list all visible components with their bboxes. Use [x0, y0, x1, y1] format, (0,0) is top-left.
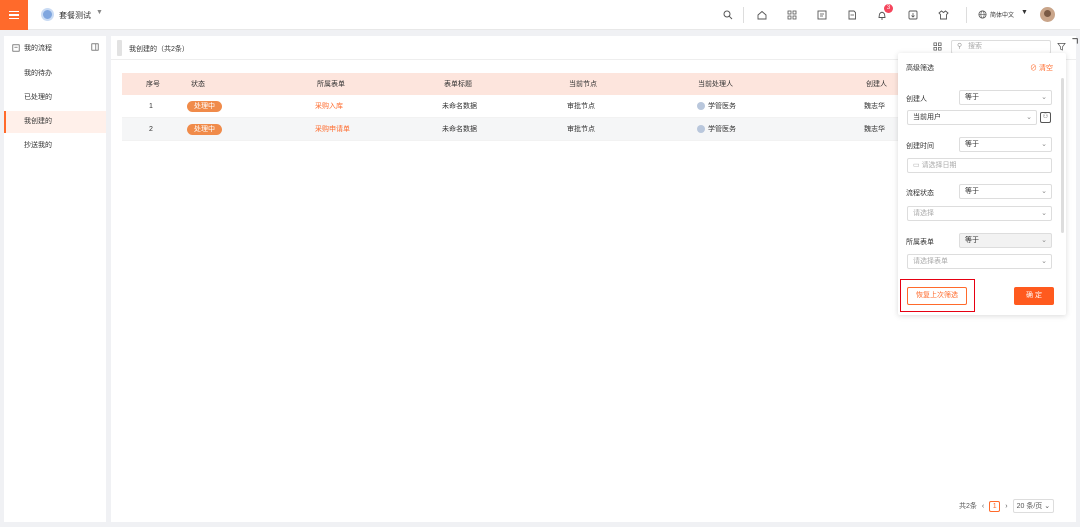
col-header-title: 表单标题 — [444, 81, 472, 88]
creator-operator-select[interactable]: 等于 ⌄ — [959, 90, 1052, 105]
sidebar-title: 我的流程 — [24, 45, 52, 52]
form-value-select[interactable]: 请选择表单 ⌄ — [907, 254, 1052, 269]
expand-icon[interactable] — [1071, 38, 1078, 47]
col-header-handler: 当前处理人 — [698, 81, 733, 88]
table-header: 序号 状态 所属表单 表单标题 当前节点 当前处理人 创建人 — [122, 73, 902, 95]
row-handler: 学管医务 — [708, 103, 736, 110]
filter-scrollbar[interactable] — [1061, 78, 1064, 233]
search-icon: ⚲ — [957, 43, 963, 50]
view-toggle-icon[interactable] — [933, 42, 943, 52]
search-input[interactable]: ⚲ 搜索 — [951, 40, 1051, 54]
filter-icon[interactable] — [1057, 42, 1066, 53]
form-link[interactable]: 采购入库 — [315, 95, 343, 117]
user-picker-icon[interactable]: ⚇ — [1040, 112, 1051, 123]
row-node: 审批节点 — [567, 103, 595, 110]
search-icon[interactable] — [721, 8, 735, 22]
status-badge: 处理中 — [187, 123, 222, 135]
confirm-button[interactable]: 确 定 — [1014, 287, 1054, 305]
skin-icon[interactable] — [936, 8, 950, 22]
status-value-select[interactable]: 请选择 ⌄ — [907, 206, 1052, 221]
form-link[interactable]: 采购申请单 — [315, 118, 350, 140]
filter-label-creator: 创建人 — [906, 96, 927, 103]
row-title: 未命名数据 — [442, 126, 477, 133]
flow-icon — [12, 44, 20, 52]
app-logo-icon — [41, 8, 54, 21]
form-icon[interactable] — [815, 8, 829, 22]
col-header-creator: 创建人 — [866, 81, 887, 88]
row-handler: 学管医务 — [708, 126, 736, 133]
col-header-index: 序号 — [146, 81, 160, 88]
page-size-select[interactable]: 20 条/页 ⌄ — [1012, 499, 1055, 513]
filter-label-status: 流程状态 — [906, 190, 934, 197]
restore-last-filter-button[interactable]: 恢复上次筛选 — [907, 287, 967, 305]
process-table: 序号 状态 所属表单 表单标题 当前节点 当前处理人 创建人 1 处理中 采购入… — [122, 73, 902, 141]
notification-badge: 3 — [884, 4, 893, 13]
next-page-icon[interactable]: › — [1005, 503, 1007, 510]
time-operator-select[interactable]: 等于 ⌄ — [959, 137, 1052, 152]
sidebar-item-todo[interactable]: 我的待办 — [4, 63, 106, 85]
clear-filter-button[interactable]: ⊘ 清空 — [1030, 63, 1053, 73]
row-index: 2 — [149, 125, 153, 133]
apps-icon[interactable] — [785, 8, 799, 22]
search-placeholder: 搜索 — [968, 43, 982, 50]
collapse-sidebar-icon[interactable] — [91, 43, 99, 53]
sidebar-header: 我的流程 — [12, 43, 52, 53]
pagination: 共2条 ‹ 1 › 20 条/页 ⌄ — [959, 499, 1055, 513]
menu-icon[interactable] — [0, 0, 28, 30]
app-switch-caret-icon[interactable]: ▼ — [96, 9, 103, 16]
tab-handle[interactable] — [117, 40, 122, 56]
row-node: 审批节点 — [567, 126, 595, 133]
divider — [743, 7, 744, 23]
table-row[interactable]: 2 处理中 采购申请单 未命名数据 审批节点 学管医务 魏志华 — [122, 118, 902, 141]
table-row[interactable]: 1 处理中 采购入库 未命名数据 审批节点 学管医务 魏志华 — [122, 95, 902, 118]
page-number[interactable]: 1 — [989, 500, 1001, 512]
row-creator: 魏志华 — [864, 103, 885, 110]
status-badge: 处理中 — [187, 100, 222, 112]
filter-title: 高级筛选 — [906, 65, 934, 72]
app-name[interactable]: 套餐测试 — [59, 10, 91, 21]
pagination-total: 共2条 — [959, 503, 977, 510]
row-creator: 魏志华 — [864, 126, 885, 133]
handler-avatar — [697, 125, 705, 133]
col-header-status: 状态 — [191, 81, 205, 88]
creator-value-select[interactable]: 当前用户 ⌄ — [907, 110, 1037, 125]
prev-page-icon[interactable]: ‹ — [982, 503, 984, 510]
globe-icon — [978, 10, 987, 19]
date-picker-input[interactable]: ▭ 请选择日期 — [907, 158, 1052, 173]
language-caret-icon[interactable]: ▼ — [1021, 9, 1028, 16]
filter-label-created-time: 创建时间 — [906, 143, 934, 150]
home-icon[interactable] — [755, 8, 769, 22]
doc-icon[interactable] — [845, 8, 859, 22]
sidebar-item-created[interactable]: 我创建的 — [4, 111, 106, 133]
language-switch[interactable]: 简体中文 — [978, 10, 1014, 19]
tab-title[interactable]: 我创建的（共2条） — [129, 44, 189, 54]
user-avatar[interactable] — [1040, 7, 1055, 22]
row-title: 未命名数据 — [442, 103, 477, 110]
col-header-node: 当前节点 — [569, 81, 597, 88]
row-index: 1 — [149, 102, 153, 110]
download-icon[interactable] — [906, 8, 920, 22]
top-bar: 套餐测试 ▼ 3 简体中文 ▼ — [0, 0, 1080, 30]
language-label: 简体中文 — [990, 13, 1015, 19]
col-header-form: 所属表单 — [317, 81, 345, 88]
sidebar-item-processed[interactable]: 已处理的 — [4, 87, 106, 109]
status-operator-select[interactable]: 等于 ⌄ — [959, 184, 1052, 199]
filter-label-form: 所属表单 — [906, 239, 934, 246]
sidebar-item-cc[interactable]: 抄送我的 — [4, 135, 106, 157]
divider — [966, 7, 967, 23]
sidebar: 我的流程 我的待办 已处理的 我创建的 抄送我的 — [4, 36, 106, 522]
form-operator-select[interactable]: 等于 ⌄ — [959, 233, 1052, 248]
handler-avatar — [697, 102, 705, 110]
advanced-filter-panel: 高级筛选 ⊘ 清空 创建人 等于 ⌄ 当前用户 ⌄ ⚇ 创建时间 等于 ⌄ ▭ 请选择… — [898, 53, 1066, 315]
